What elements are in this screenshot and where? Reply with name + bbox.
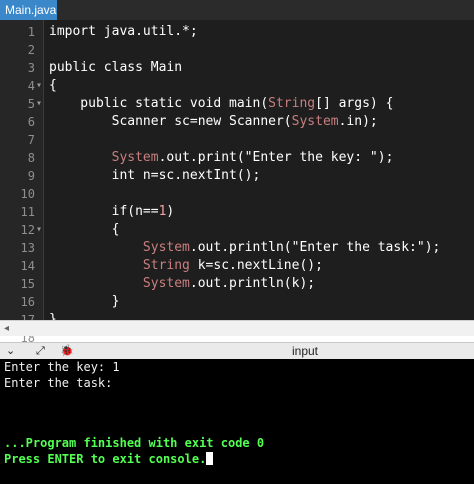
- line-number: 14: [20, 259, 35, 273]
- code-token: int n=sc.nextInt();: [49, 168, 261, 183]
- tab-bar: Main.java: [0, 0, 474, 20]
- code-line: if(n==1): [49, 203, 175, 221]
- code-token: import java.util.*;: [49, 24, 198, 39]
- code-token: .out.print("Enter the key: ");: [158, 150, 394, 165]
- code-token: }: [49, 294, 120, 309]
- code-token: [] args) {: [315, 96, 394, 111]
- code-line: Scanner sc=new Scanner(System.in);: [49, 113, 378, 131]
- line-number: 6: [27, 115, 35, 129]
- line-number: 16: [20, 295, 35, 309]
- line-number: 3: [27, 61, 35, 75]
- console-output[interactable]: Enter the key: 1 Enter the task: ...Progra…: [0, 359, 474, 484]
- code-token: ): [166, 204, 175, 219]
- code-token: String: [142, 258, 190, 273]
- code-token: public static void main(: [49, 96, 269, 111]
- code-line: {: [49, 221, 120, 239]
- code-editor[interactable]: 12345678910111213141516171819▾▾▾import j…: [0, 20, 474, 363]
- code-token: k=sc.nextLine();: [189, 258, 323, 273]
- code-line: public static void main(String[] args) {: [49, 95, 393, 113]
- code-line: System.out.println("Enter the task:");: [49, 239, 440, 257]
- code-line: System.out.print("Enter the key: ");: [49, 149, 394, 167]
- console-line: Enter the key: 1: [4, 360, 120, 374]
- online-ide: Main.java 12345678910111213141516171819▾…: [0, 0, 474, 484]
- gutter-divider: [43, 20, 44, 320]
- code-token: System: [111, 150, 159, 165]
- line-number: 11: [20, 205, 35, 219]
- console-line: Press ENTER to exit console.: [4, 451, 214, 467]
- cursor: [206, 452, 214, 465]
- line-number: 9: [27, 169, 35, 183]
- line-number: 1: [27, 25, 35, 39]
- code-token: public class Main: [49, 60, 183, 75]
- line-number: 2: [27, 43, 35, 57]
- chevron-down-icon[interactable]: ▾: [36, 95, 42, 113]
- code-token: .out.println("Enter the task:");: [189, 240, 441, 255]
- line-number: 8: [27, 151, 35, 165]
- chevron-down-icon[interactable]: ▾: [36, 77, 42, 95]
- code-token: .out.println(k);: [189, 276, 316, 291]
- line-number: 12: [20, 223, 35, 237]
- console-header: ⌄ ⤢ 🐞 input: [0, 342, 474, 359]
- code-token: System: [142, 276, 190, 291]
- line-number: 4: [27, 79, 35, 93]
- code-token: {: [49, 222, 120, 237]
- line-number: 10: [20, 187, 35, 201]
- code-line: int n=sc.nextInt();: [49, 167, 261, 185]
- code-token: String: [268, 96, 316, 111]
- code-line: }: [49, 293, 120, 311]
- line-number: 15: [20, 277, 35, 291]
- line-number: 13: [20, 241, 35, 255]
- tab-main-java[interactable]: Main.java: [0, 0, 57, 20]
- code-token: .in);: [338, 114, 378, 129]
- chevron-down-icon[interactable]: ▾: [36, 221, 42, 239]
- code-line: String k=sc.nextLine();: [49, 257, 323, 275]
- code-line: import java.util.*;: [49, 23, 198, 41]
- code-line: System.out.println(k);: [49, 275, 315, 293]
- console-line: Enter the task:: [4, 376, 113, 390]
- code-token: {: [49, 78, 57, 93]
- code-token: System: [142, 240, 190, 255]
- code-line: {: [49, 77, 57, 95]
- code-line: public class Main: [49, 59, 182, 77]
- line-number: 7: [27, 133, 35, 147]
- console-title: input: [291, 344, 319, 358]
- code-token: if(n==: [49, 204, 159, 219]
- console-line: ...Program finished with exit code 0: [4, 436, 265, 450]
- code-token: Scanner sc=new Scanner(: [49, 114, 292, 129]
- horizontal-scrollbar[interactable]: ◂: [0, 320, 474, 336]
- arrow-left-icon[interactable]: ◂: [4, 321, 9, 336]
- line-number: 5: [27, 97, 35, 111]
- code-token: System: [291, 114, 339, 129]
